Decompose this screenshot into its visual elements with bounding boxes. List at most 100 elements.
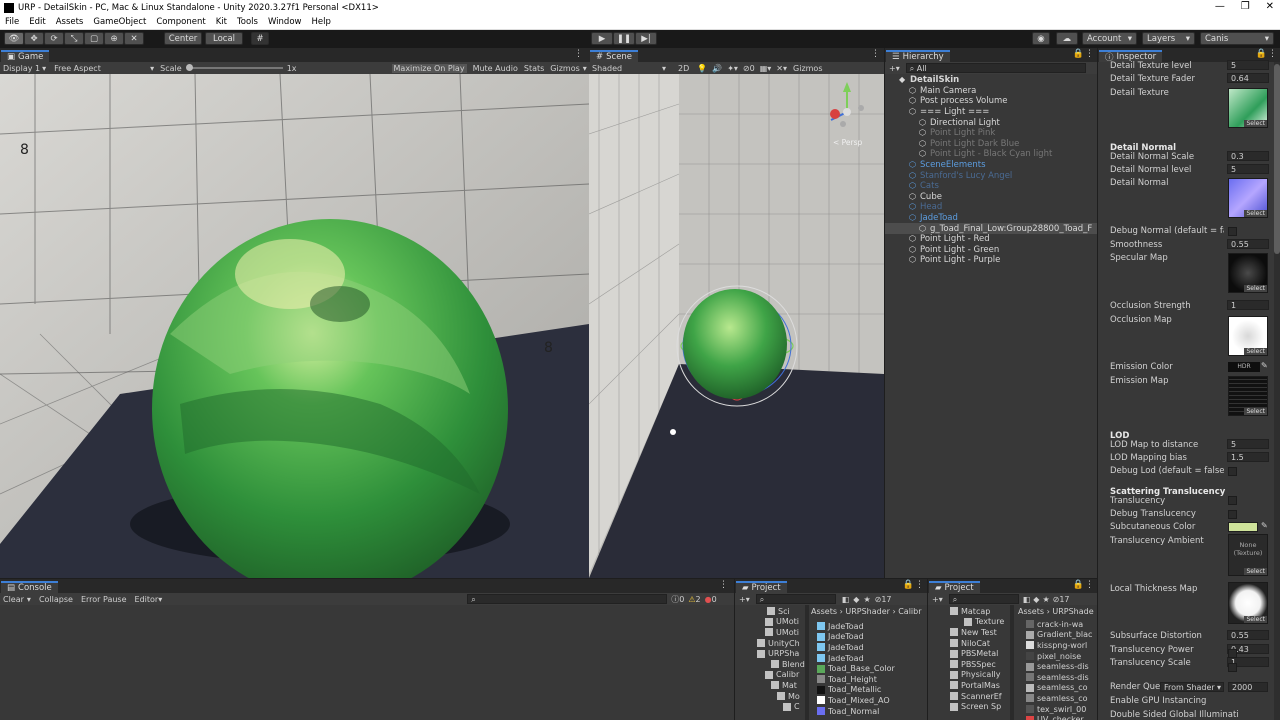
- hierarchy-item[interactable]: ⬡ Point Light - Green: [885, 245, 1098, 256]
- menu-file[interactable]: File: [5, 17, 19, 27]
- favorite-icon[interactable]: ★: [863, 595, 870, 604]
- folder-item[interactable]: UnityCh: [735, 638, 805, 649]
- menu-gameobject[interactable]: GameObject: [93, 17, 146, 27]
- tab-game[interactable]: ▣ Game: [1, 50, 50, 62]
- move-tool-icon[interactable]: ✥: [24, 32, 44, 45]
- folder-item[interactable]: Matcap: [928, 606, 1008, 617]
- folder-item[interactable]: Mo: [735, 691, 805, 702]
- hierarchy-item[interactable]: ⬡ Cats: [885, 181, 1098, 192]
- eyedropper-icon[interactable]: ✎: [1261, 521, 1268, 530]
- property-value-field[interactable]: 5: [1227, 164, 1269, 174]
- window-controls[interactable]: — ❐ ✕: [1215, 1, 1274, 12]
- subcutaneous-color-swatch[interactable]: [1228, 522, 1258, 532]
- select-button[interactable]: Select: [1244, 210, 1267, 217]
- property-value-field[interactable]: 5: [1227, 439, 1269, 449]
- filter-type-icon[interactable]: ◧: [842, 595, 850, 604]
- asset-item[interactable]: seamless_co: [1026, 683, 1097, 694]
- lock-icon[interactable]: 🔒: [1073, 580, 1084, 590]
- emission-color-swatch[interactable]: HDR: [1228, 362, 1260, 372]
- folder-item[interactable]: C: [735, 701, 805, 712]
- shading-dropdown[interactable]: Shaded: [592, 64, 662, 73]
- collapse-button[interactable]: Collapse: [39, 595, 73, 604]
- scale-tool-icon[interactable]: ⤡: [64, 32, 84, 45]
- menu-assets[interactable]: Assets: [56, 17, 84, 27]
- render-queue-value[interactable]: 2000: [1228, 681, 1268, 692]
- hierarchy-item[interactable]: ◆ DetailSkin: [885, 75, 1098, 86]
- add-icon[interactable]: +▾: [739, 595, 750, 604]
- audio-icon[interactable]: 🔊: [712, 64, 722, 73]
- splitter[interactable]: [1010, 605, 1014, 720]
- grid-snap-icon[interactable]: #: [251, 32, 269, 45]
- occlusion-map-slot[interactable]: Select: [1228, 316, 1268, 356]
- hierarchy-item[interactable]: ⬡ Cube: [885, 192, 1098, 203]
- hierarchy-item[interactable]: ⬡ Point Light - Red: [885, 234, 1098, 245]
- console-search-input[interactable]: ⌕: [467, 594, 668, 604]
- custom-tool-icon[interactable]: ✕: [124, 32, 144, 45]
- hierarchy-item[interactable]: ⬡ Post process Volume: [885, 96, 1098, 107]
- property-value-field[interactable]: 1.5: [1227, 452, 1269, 462]
- hierarchy-item[interactable]: ⬡ JadeToad: [885, 213, 1098, 224]
- panel-menu-icon[interactable]: ⋮: [719, 580, 728, 590]
- favorite-icon[interactable]: ★: [1042, 595, 1049, 604]
- step-icon[interactable]: ▶|: [635, 32, 657, 45]
- layout-dropdown[interactable]: Canis ▾: [1200, 32, 1274, 45]
- property-toggle[interactable]: [1228, 649, 1237, 658]
- asset-item[interactable]: JadeToad: [817, 642, 927, 653]
- panel-menu-icon[interactable]: ⋮: [574, 49, 583, 59]
- panel-menu-icon[interactable]: ⋮: [1085, 49, 1094, 59]
- menu-tools[interactable]: Tools: [237, 17, 258, 27]
- panel-menu-icon[interactable]: ⋮: [915, 580, 924, 590]
- asset-item[interactable]: Toad_Base_Color: [817, 663, 927, 674]
- hierarchy-item[interactable]: ⬡ SceneElements: [885, 160, 1098, 171]
- asset-item[interactable]: Toad_Metallic: [817, 685, 927, 696]
- hidden-objects-icon[interactable]: ⊘: [743, 64, 750, 73]
- camera-icon[interactable]: ▦▾: [760, 64, 772, 73]
- aspect-dropdown[interactable]: Free Aspect: [54, 64, 150, 73]
- folder-item[interactable]: UMoti: [735, 617, 805, 628]
- breadcrumb-item[interactable]: Assets: [811, 607, 837, 616]
- error-pause-button[interactable]: Error Pause: [81, 595, 127, 604]
- folder-item[interactable]: New Test: [928, 627, 1008, 638]
- detail-texture-slot[interactable]: Select: [1228, 88, 1268, 128]
- stats-button[interactable]: Stats: [524, 64, 544, 73]
- detail-normal-slot[interactable]: Select: [1228, 178, 1268, 218]
- breadcrumb-item[interactable]: URPShade: [1052, 607, 1093, 616]
- asset-item[interactable]: pixel_noise: [1026, 651, 1097, 662]
- asset-item[interactable]: seamless-dis: [1026, 661, 1097, 672]
- menu-edit[interactable]: Edit: [29, 17, 45, 27]
- asset-item[interactable]: Toad_Height: [817, 674, 927, 685]
- property-value-field[interactable]: 0.64: [1227, 73, 1269, 83]
- play-icon[interactable]: ▶: [591, 32, 613, 45]
- select-button[interactable]: Select: [1244, 348, 1267, 355]
- asset-item[interactable]: Toad_Normal: [817, 706, 927, 717]
- local-thickness-map-slot[interactable]: Select: [1228, 582, 1268, 624]
- asset-item[interactable]: JadeToad: [817, 621, 927, 632]
- hidden-packages-icon[interactable]: ⊘: [1053, 595, 1060, 604]
- breadcrumb-item[interactable]: URPShader: [845, 607, 890, 616]
- specular-map-slot[interactable]: Select: [1228, 253, 1268, 293]
- folder-item[interactable]: ScannerEf: [928, 691, 1008, 702]
- project-search-input[interactable]: ⌕: [755, 594, 836, 604]
- add-icon[interactable]: +▾: [932, 595, 943, 604]
- folder-item[interactable]: PBSSpec: [928, 659, 1008, 670]
- hierarchy-item[interactable]: ⬡ Head: [885, 202, 1098, 213]
- folder-item[interactable]: Calibr: [735, 670, 805, 681]
- hidden-packages-icon[interactable]: ⊘: [875, 595, 882, 604]
- gizmos-button[interactable]: Gizmos: [793, 64, 822, 73]
- toggle-2d-button[interactable]: 2D: [678, 64, 689, 73]
- lock-icon[interactable]: 🔒: [1073, 49, 1084, 59]
- cloud-icon[interactable]: ☁: [1056, 32, 1078, 45]
- property-toggle[interactable]: [1228, 510, 1237, 519]
- layers-dropdown[interactable]: Layers ▾: [1142, 32, 1195, 45]
- asset-item[interactable]: seamless-dis: [1026, 672, 1097, 683]
- pause-icon[interactable]: ❚❚: [613, 32, 635, 45]
- select-button[interactable]: Select: [1244, 285, 1267, 292]
- filter-label-icon[interactable]: ◆: [853, 595, 859, 604]
- folder-item[interactable]: PortalMas: [928, 680, 1008, 691]
- hierarchy-item[interactable]: ⬡ Point Light Dark Blue: [885, 139, 1098, 150]
- effects-icon[interactable]: ✦▾: [727, 64, 738, 73]
- asset-item[interactable]: kisspng-worl: [1026, 640, 1097, 651]
- folder-item[interactable]: Mat: [735, 680, 805, 691]
- asset-item[interactable]: JadeToad: [817, 632, 927, 643]
- property-value-field[interactable]: 0.55: [1227, 239, 1269, 249]
